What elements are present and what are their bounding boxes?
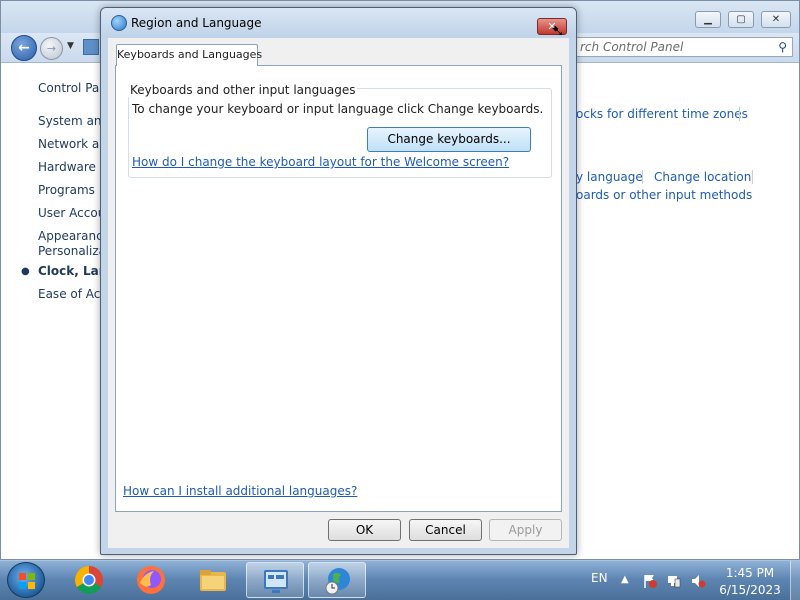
chrome-icon xyxy=(75,566,103,594)
mouse-cursor-icon: ➷ xyxy=(551,21,565,40)
control-panel-icon xyxy=(264,570,288,593)
start-button[interactable] xyxy=(7,562,45,598)
dialog-body: Keyboards and Languages Keyboards and ot… xyxy=(108,38,569,548)
link-add-clocks[interactable]: ocks for different time zones xyxy=(576,107,748,121)
action-center-flag-icon[interactable] xyxy=(642,573,658,589)
search-box[interactable]: rch Control Panel ⚲ xyxy=(575,37,793,57)
link-display-language[interactable]: y language xyxy=(576,170,643,184)
cancel-button[interactable]: Cancel xyxy=(409,519,482,541)
network-icon[interactable] xyxy=(666,573,682,589)
taskbar-control-panel[interactable] xyxy=(246,562,304,598)
groupbox-title: Keyboards and other input languages xyxy=(128,83,358,97)
ok-button[interactable]: OK xyxy=(328,519,401,541)
folder-icon xyxy=(200,570,226,591)
groupbox-description: To change your keyboard or input languag… xyxy=(132,102,544,116)
search-icon[interactable]: ⚲ xyxy=(778,40,787,54)
apply-button[interactable]: Apply xyxy=(489,519,562,541)
minimize-button[interactable]: ▁ xyxy=(695,11,721,28)
region-language-dialog: Region and Language ✕ ➷ Keyboards and La… xyxy=(100,7,577,555)
link-change-location[interactable]: Change location xyxy=(654,170,751,184)
close-button[interactable]: ✕ xyxy=(761,11,791,28)
taskbar-file-explorer[interactable] xyxy=(184,562,242,598)
welcome-screen-layout-link[interactable]: How do I change the keyboard layout for … xyxy=(132,155,509,169)
tray-language-indicator[interactable]: EN xyxy=(591,571,608,585)
taskbar-chrome[interactable] xyxy=(60,562,118,598)
back-button[interactable]: ← xyxy=(11,35,37,61)
change-keyboards-button[interactable]: Change keyboards... xyxy=(367,127,531,152)
link-separator xyxy=(752,170,753,184)
search-placeholder: rch Control Panel xyxy=(580,40,684,54)
clock-date[interactable]: 6/15/2023 xyxy=(718,583,782,597)
nav-item-system-and-security[interactable]: System and xyxy=(38,114,109,128)
clock-time[interactable]: 1:45 PM xyxy=(720,566,780,580)
show-hidden-icons-icon[interactable]: ▲ xyxy=(621,574,629,585)
globe-icon xyxy=(111,15,127,31)
dialog-title: Region and Language xyxy=(131,16,262,30)
dialog-titlebar[interactable]: Region and Language ✕ ➷ xyxy=(101,8,576,40)
link-separator xyxy=(739,107,740,121)
install-languages-link[interactable]: How can I install additional languages? xyxy=(123,484,357,498)
recent-pages-icon[interactable]: ▼ xyxy=(67,41,74,51)
forward-button[interactable]: → xyxy=(40,37,63,60)
show-desktop-button[interactable] xyxy=(790,561,800,600)
current-page-bullet-icon: ● xyxy=(21,266,30,277)
link-separator xyxy=(642,170,643,184)
firefox-icon xyxy=(137,566,165,594)
taskbar-region-and-language[interactable] xyxy=(308,562,366,598)
nav-item-programs[interactable]: Programs xyxy=(38,183,95,197)
link-change-keyboards[interactable]: oards or other input methods xyxy=(576,188,752,202)
region-language-globe-icon xyxy=(325,568,350,595)
maximize-button[interactable]: ▢ xyxy=(728,11,754,28)
volume-muted-icon[interactable] xyxy=(690,573,706,589)
taskbar-firefox[interactable] xyxy=(122,562,180,598)
address-bar-icon xyxy=(83,39,99,55)
windows-logo-icon xyxy=(19,573,35,589)
tab-keyboards-and-languages[interactable]: Keyboards and Languages xyxy=(116,44,262,66)
